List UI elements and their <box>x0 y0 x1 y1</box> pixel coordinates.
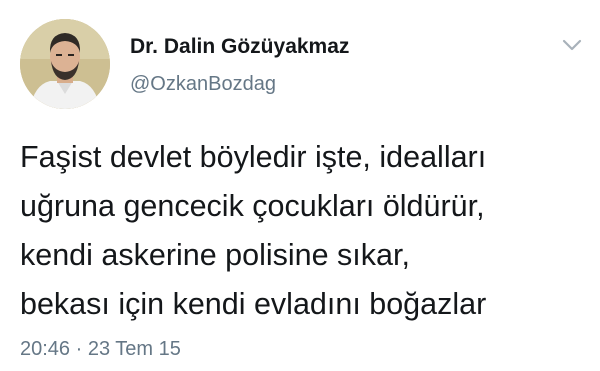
author-avatar[interactable] <box>20 19 110 109</box>
author-display-name[interactable]: Dr. Dalin Gözüyakmaz <box>130 35 349 59</box>
tweet-card: Dr. Dalin Gözüyakmaz @OzkanBozdag Faşist… <box>0 0 600 371</box>
author-handle[interactable]: @OzkanBozdag <box>130 73 276 96</box>
tweet-timestamp[interactable]: 20:46 · 23 Tem 15 <box>20 338 181 361</box>
avatar-photo <box>20 19 110 109</box>
chevron-down-icon[interactable] <box>562 38 582 52</box>
tweet-text: Faşist devlet böyledir işte, idealları u… <box>20 140 487 321</box>
